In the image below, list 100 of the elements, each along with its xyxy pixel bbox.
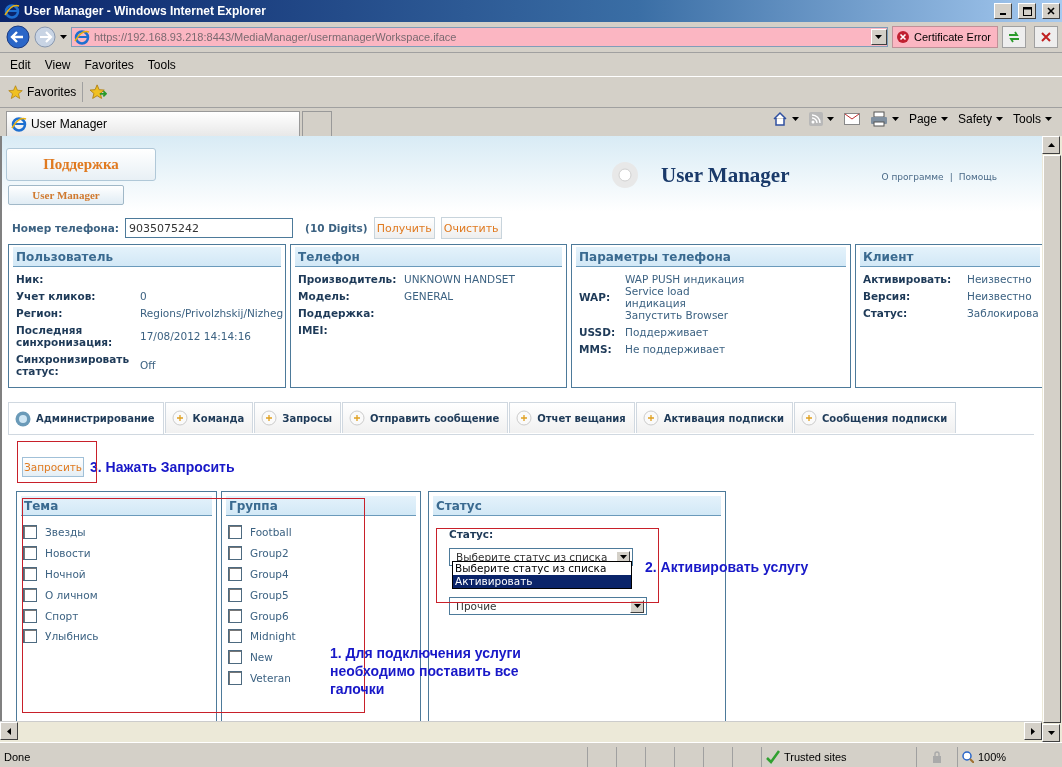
checkbox[interactable] [23,525,37,540]
checkbox[interactable] [23,587,37,602]
refresh-icon [1007,31,1021,43]
field-label: Производитель: [298,273,398,285]
checkbox[interactable] [228,650,242,665]
close-button[interactable] [1042,3,1060,19]
tab[interactable]: Активация подписки [635,402,794,433]
minimize-button[interactable] [994,3,1012,19]
feeds-button[interactable] [808,112,834,126]
hint-text: (10 Digits) [305,222,368,234]
stop-button[interactable] [1034,26,1058,48]
field-value: Заблокирова [967,307,1040,319]
tab[interactable]: Администрирование [8,402,164,434]
refresh-button[interactable] [1002,26,1026,48]
menu-item[interactable]: Tools [147,57,176,72]
tab[interactable]: Отчет вещания [509,402,635,433]
star-icon [8,84,23,100]
field-label: Активировать: [863,273,953,285]
logo: Поддержка [6,148,156,181]
scroll-down-button[interactable] [1042,724,1060,742]
plus-icon [261,410,278,426]
favorites-button[interactable]: Favorites [8,84,77,100]
print-button[interactable] [869,111,899,127]
maximize-button[interactable] [1018,3,1036,19]
tab[interactable]: Запросы [254,402,342,433]
feed-icon [808,112,823,126]
command-menu[interactable]: Tools [1013,112,1052,126]
browser-logo-icon [4,3,20,19]
down-arrow-icon [1047,731,1055,735]
field-label: Модель: [298,290,351,302]
menu-item[interactable]: View [44,57,71,72]
checkbox[interactable] [228,587,242,602]
field-value: Не поддерживает [625,343,727,355]
home-dropdown-icon[interactable] [791,117,799,121]
command-menu[interactable]: Page [908,112,948,126]
checkbox-label: О личном [45,588,98,601]
checkbox[interactable] [228,608,242,623]
tab[interactable]: Отправить сообщение [342,402,509,433]
checkbox-label: Veteran [250,671,291,684]
up-arrow-icon [1047,143,1055,147]
zoom-icon [962,750,974,763]
checkbox[interactable] [23,629,37,644]
scrollbar-thumb[interactable] [1043,155,1061,723]
panel-header: Клиент [860,247,1040,267]
caret-icon [996,117,1003,121]
checkbox[interactable] [228,546,242,561]
checkbox[interactable] [228,670,242,685]
zoom-button[interactable]: 100% [957,746,1062,767]
scroll-up-button[interactable] [1042,136,1060,154]
checkbox[interactable] [23,608,37,623]
checkbox[interactable] [23,546,37,561]
close-icon [1047,7,1055,15]
browser-tab[interactable]: User Manager [6,111,300,136]
scroll-left-button[interactable] [0,722,18,740]
home-button[interactable] [771,111,799,127]
dropdown-icon[interactable] [633,604,641,608]
checkbox-label: Group5 [250,588,289,601]
dropdown-option[interactable]: Активировать [453,575,631,588]
window-title: User Manager - Windows Internet Explorer [24,4,267,18]
panel-header: Тема [21,496,212,516]
mail-icon[interactable] [843,113,860,125]
certificate-error-button[interactable]: Certificate Error [891,26,998,48]
checkbox-label: Ночной [45,568,86,580]
field-label: USSD: [579,326,617,338]
menu-item[interactable]: Edit [10,57,31,72]
field-label: Регион: [16,307,64,319]
back-icon[interactable] [6,25,30,49]
dropdown-icon[interactable] [619,555,627,559]
checkbox[interactable] [228,629,242,644]
print-dropdown-icon[interactable] [891,117,899,121]
header-link[interactable]: Помощь [958,172,998,212]
feeds-dropdown-icon[interactable] [826,117,834,121]
app-title: User Manager [661,162,790,188]
checkbox-label: Спорт [45,609,79,622]
field-value: 0 [140,290,148,302]
tab[interactable]: Команда [164,402,254,433]
checkbox[interactable] [23,567,37,581]
plus-icon [349,410,366,426]
phone-input[interactable]: 9035075242 [125,218,294,238]
history-dropdown-icon[interactable] [60,35,67,39]
header-link[interactable]: О программе [881,172,944,212]
field-value: Запустить Browser [625,309,730,321]
menu-item[interactable]: Favorites [84,57,134,72]
tab[interactable]: Сообщения подписки [794,402,957,433]
field-label: Последняя синхронизация: [16,324,114,348]
field-value: GENERAL [404,290,455,302]
link-separator: | [949,172,953,184]
scroll-right-button[interactable] [1024,722,1042,740]
right-arrow-icon [1031,727,1035,735]
plus-icon [516,410,533,426]
tab-icon [15,410,31,427]
field-label: Версия: [863,290,912,302]
disc-icon [611,161,639,189]
checkbox-label: Group6 [250,609,289,622]
field-label: Поддержка: [298,307,376,319]
checkbox-label: Улыбнись [45,630,99,643]
checkbox[interactable] [228,525,242,540]
command-menu[interactable]: Safety [957,112,1003,126]
address-dropdown-icon[interactable] [875,35,883,39]
checkbox[interactable] [228,567,242,581]
